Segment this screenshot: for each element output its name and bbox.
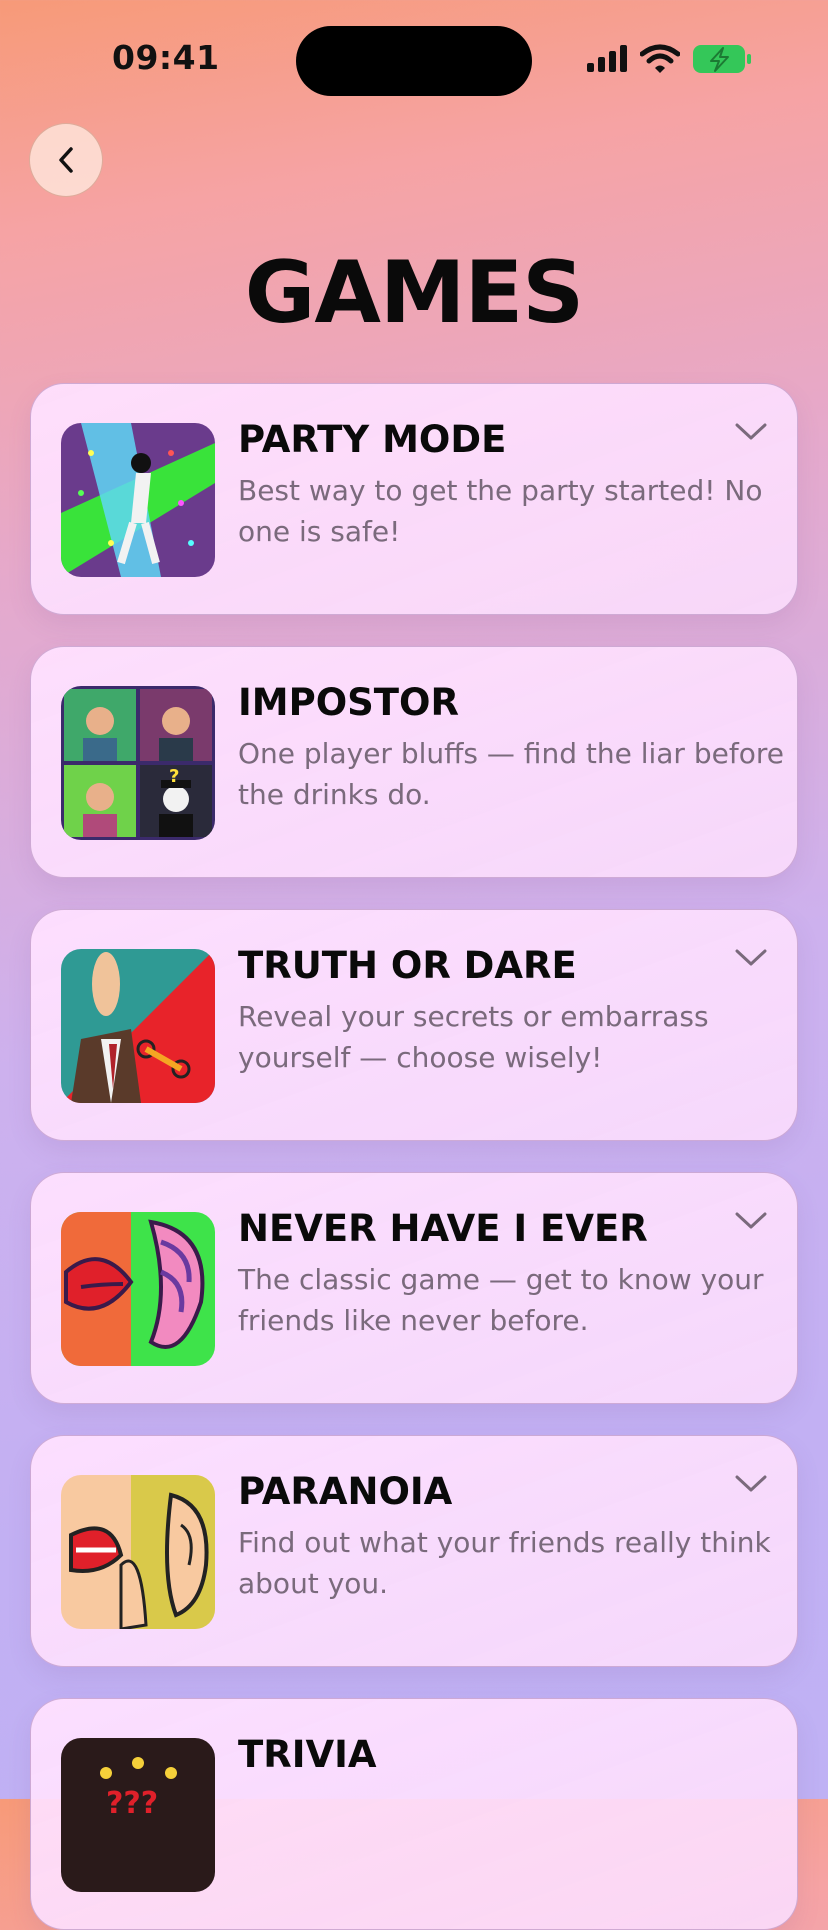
- game-card-paranoia[interactable]: PARANOIA Find out what your friends real…: [30, 1435, 798, 1667]
- game-description: The classic game — get to know your frie…: [238, 1263, 764, 1337]
- trivia-thumbnail: ???: [61, 1738, 215, 1892]
- game-title: TRUTH OR DARE: [238, 944, 577, 987]
- status-bar: 09:41: [0, 0, 828, 110]
- wifi-icon: [640, 44, 680, 73]
- truth-or-dare-thumbnail: [61, 949, 215, 1103]
- game-title: IMPOSTOR: [238, 681, 459, 724]
- game-card-impostor[interactable]: ? IMPOSTOR One player bluffs — find the …: [30, 646, 798, 878]
- game-title: NEVER HAVE I EVER: [238, 1207, 648, 1250]
- back-button[interactable]: [29, 123, 103, 197]
- game-title: TRIVIA: [238, 1733, 377, 1776]
- impostor-thumbnail: ?: [61, 686, 215, 840]
- chevron-down-icon[interactable]: [734, 420, 768, 444]
- game-description: Best way to get the party started! No on…: [238, 474, 763, 548]
- status-time: 09:41: [112, 38, 220, 77]
- chevron-left-icon: [59, 147, 73, 173]
- svg-text:???: ???: [106, 1786, 158, 1821]
- game-title: PARTY MODE: [238, 418, 507, 461]
- game-description: Reveal your secrets or embarrass yoursel…: [238, 1000, 709, 1074]
- chevron-down-icon[interactable]: [734, 1209, 768, 1233]
- game-card-never-have-i-ever[interactable]: NEVER HAVE I EVER The classic game — get…: [30, 1172, 798, 1404]
- game-card-truth-or-dare[interactable]: TRUTH OR DARE Reveal your secrets or emb…: [30, 909, 798, 1141]
- paranoia-thumbnail: [61, 1475, 215, 1629]
- page-title: GAMES: [244, 243, 584, 343]
- game-title: PARANOIA: [238, 1470, 453, 1513]
- never-have-i-ever-thumbnail: [61, 1212, 215, 1366]
- game-description: Find out what your friends really think …: [238, 1526, 771, 1600]
- party-mode-thumbnail: [61, 423, 215, 577]
- game-description: One player bluffs — find the liar before…: [238, 737, 784, 811]
- dynamic-island: [296, 26, 532, 96]
- battery-charging-icon: [693, 45, 751, 73]
- game-card-trivia[interactable]: ??? TRIVIA: [30, 1698, 798, 1930]
- signal-icon: [587, 45, 627, 72]
- svg-text:?: ?: [169, 766, 179, 787]
- chevron-down-icon[interactable]: [734, 946, 768, 970]
- chevron-down-icon[interactable]: [734, 1472, 768, 1496]
- game-card-party-mode[interactable]: PARTY MODE Best way to get the party sta…: [30, 383, 798, 615]
